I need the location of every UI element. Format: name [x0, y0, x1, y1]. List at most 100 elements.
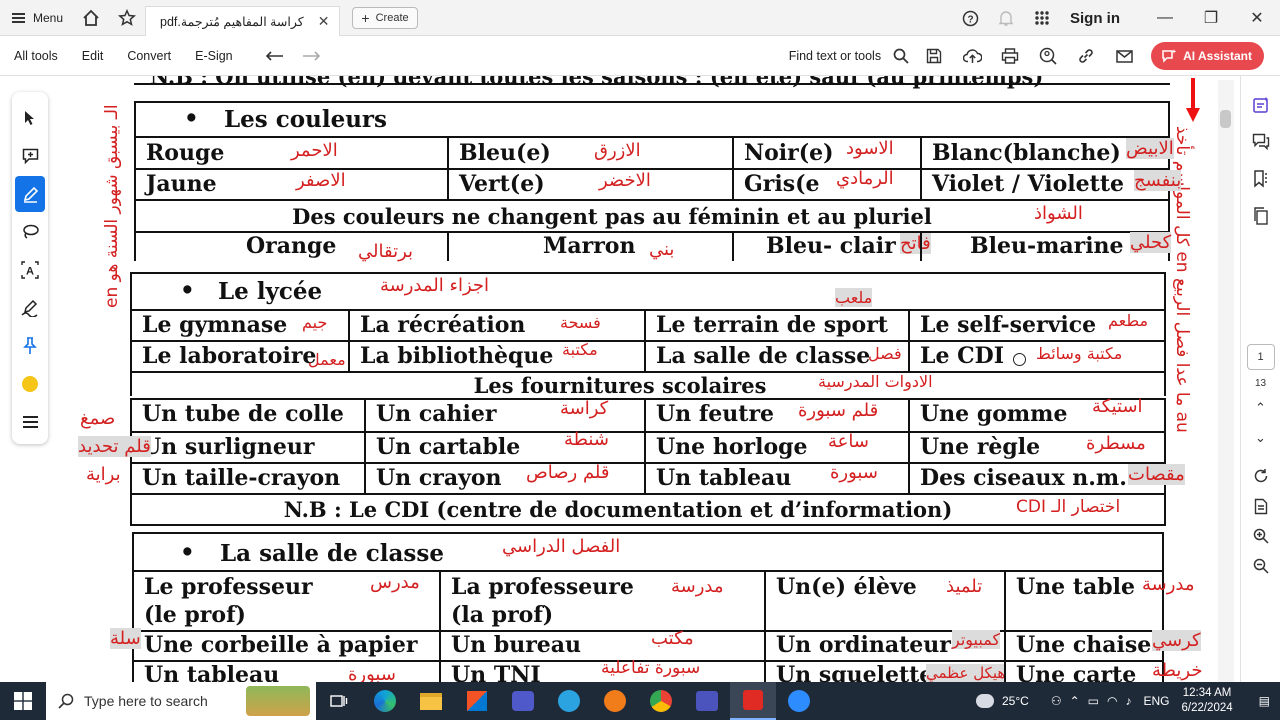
comments-panel-button[interactable]	[1244, 123, 1278, 160]
highlight-tool-button[interactable]	[15, 176, 45, 212]
apps-button[interactable]	[1024, 0, 1060, 36]
esign-menu[interactable]: E-Sign	[195, 49, 233, 63]
zoom-app[interactable]	[776, 682, 822, 720]
table-cell: Un(e) élève تلميذ	[764, 572, 1004, 630]
notifications-button[interactable]	[988, 0, 1024, 36]
zoom-out-button[interactable]	[1244, 551, 1278, 581]
pages-panel-button[interactable]	[1244, 197, 1278, 234]
share-user-icon	[1039, 47, 1057, 65]
classroom-row-2: Une corbeille à papier Un bureau مكتب Un …	[134, 628, 1162, 660]
select-tool-button[interactable]	[15, 100, 45, 136]
avast-app[interactable]	[592, 682, 638, 720]
table-cell: Une corbeille à papier	[134, 632, 439, 660]
pdf-page[interactable]: N.B : On utilise (en) devant toutes les …	[60, 76, 1218, 682]
teams-app[interactable]	[500, 682, 546, 720]
temperature[interactable]: 25°C	[1002, 694, 1029, 708]
link-button[interactable]	[1067, 36, 1105, 76]
vertical-scrollbar[interactable]	[1218, 80, 1234, 682]
chevron-up-icon[interactable]: ⌃	[1070, 694, 1080, 708]
next-page-button[interactable]: ⌄	[1244, 423, 1278, 453]
more-tools-button[interactable]	[15, 404, 45, 440]
ar-translation: سبورة تفاعلية	[601, 658, 701, 678]
ai-summary-button[interactable]	[1244, 86, 1278, 123]
red-arrow-icon	[1185, 78, 1201, 124]
find-text-label[interactable]: Find text or tools	[789, 49, 881, 63]
notification-center-icon[interactable]: ▤	[1259, 694, 1270, 708]
search-button[interactable]	[887, 36, 915, 76]
bookmarks-panel-button[interactable]	[1244, 160, 1278, 197]
teams-classic-app[interactable]	[684, 682, 730, 720]
upload-button[interactable]	[953, 36, 991, 76]
zoom-in-button[interactable]	[1244, 521, 1278, 551]
acrobat-app[interactable]	[730, 682, 776, 720]
color-picker-button[interactable]	[15, 366, 45, 402]
clock[interactable]: 12:34 AM 6/22/2024	[1181, 686, 1232, 716]
start-button[interactable]	[0, 682, 46, 720]
ai-assistant-button[interactable]: AI Assistant	[1151, 42, 1264, 70]
language-indicator[interactable]: ENG	[1143, 694, 1169, 708]
extract-page-button[interactable]	[1244, 491, 1278, 521]
sign-in-button[interactable]: Sign in	[1070, 10, 1120, 27]
email-button[interactable]	[1105, 36, 1143, 76]
undo-button[interactable]	[257, 36, 293, 76]
print-button[interactable]	[991, 36, 1029, 76]
table-cell: Un TNI سبورة تفاعلية	[439, 658, 764, 682]
redo-button[interactable]	[293, 36, 329, 76]
lycee-bullet: •	[180, 277, 195, 304]
person-icon[interactable]: ⚇	[1051, 694, 1062, 708]
file-explorer-app[interactable]	[408, 682, 454, 720]
document-tab[interactable]: كراسة المفاهيم مُترجمة.pdf ✕	[145, 5, 341, 36]
search-icon	[893, 48, 909, 64]
home-button[interactable]	[73, 0, 109, 36]
chrome-app[interactable]	[638, 682, 684, 720]
create-button[interactable]: + Create	[352, 6, 418, 29]
prev-page-button[interactable]: ⌃	[1244, 393, 1278, 423]
minimize-button[interactable]: —	[1142, 0, 1188, 36]
starred-button[interactable]	[109, 0, 145, 36]
table-cell: Un cartable شنطة	[364, 429, 644, 462]
refresh-icon	[1254, 469, 1267, 483]
classroom-table: • La salle de classe الفصل الدراسي Le pr…	[132, 532, 1164, 682]
ar-translation: مدرس	[370, 572, 420, 593]
scrollbar-thumb[interactable]	[1220, 110, 1231, 128]
fr-word: Noir(e)	[744, 140, 834, 166]
edit-menu[interactable]: Edit	[82, 49, 104, 63]
taskbar-search[interactable]: Type here to search	[46, 682, 316, 720]
telegram-app[interactable]	[546, 682, 592, 720]
convert-menu[interactable]: Convert	[127, 49, 171, 63]
ar-translation: كراسة	[560, 398, 609, 419]
all-tools-menu[interactable]: All tools	[14, 49, 58, 63]
ar-translation: الازرق	[594, 140, 641, 161]
edge-app[interactable]	[362, 682, 408, 720]
sign-tool-button[interactable]	[15, 290, 45, 326]
ar-translation: كحلي	[1130, 232, 1172, 253]
menu-button[interactable]: Menu	[0, 0, 73, 35]
draw-tool-button[interactable]	[15, 214, 45, 250]
table-cell: Un bureau مكتب	[439, 628, 764, 660]
cheetah-decoration-icon	[246, 686, 310, 716]
comment-tool-button[interactable]	[15, 138, 45, 174]
task-view-button[interactable]	[316, 682, 362, 720]
share-search-button[interactable]	[1029, 36, 1067, 76]
table-cell: Rouge الاحمر	[136, 138, 447, 168]
pin-tool-button[interactable]	[15, 328, 45, 364]
battery-icon[interactable]: ▭	[1088, 694, 1099, 708]
volume-icon[interactable]: ♪	[1125, 694, 1131, 708]
page-number-input[interactable]: 1	[1246, 344, 1275, 370]
restore-button[interactable]: ❐	[1188, 0, 1234, 36]
home-icon	[83, 9, 99, 26]
text-tool-button[interactable]: A	[15, 252, 45, 288]
fr-word: Un(e) élève	[776, 574, 917, 600]
ar-translation: الاحمر	[291, 140, 338, 161]
fr-word: La récréation	[360, 312, 526, 338]
store-app[interactable]	[454, 682, 500, 720]
close-tab-icon[interactable]: ✕	[318, 13, 330, 30]
refresh-button[interactable]	[1244, 461, 1278, 491]
cdi-note: N.B : Le CDI (centre de documentation et…	[283, 497, 953, 522]
save-button[interactable]	[915, 36, 953, 76]
fr-word: Un surligneur	[142, 434, 315, 460]
ar-translation: مدرسة	[1142, 574, 1195, 595]
help-button[interactable]: ?	[952, 0, 988, 36]
wifi-icon[interactable]: ◠	[1107, 694, 1117, 708]
close-window-button[interactable]: ✕	[1234, 0, 1280, 36]
